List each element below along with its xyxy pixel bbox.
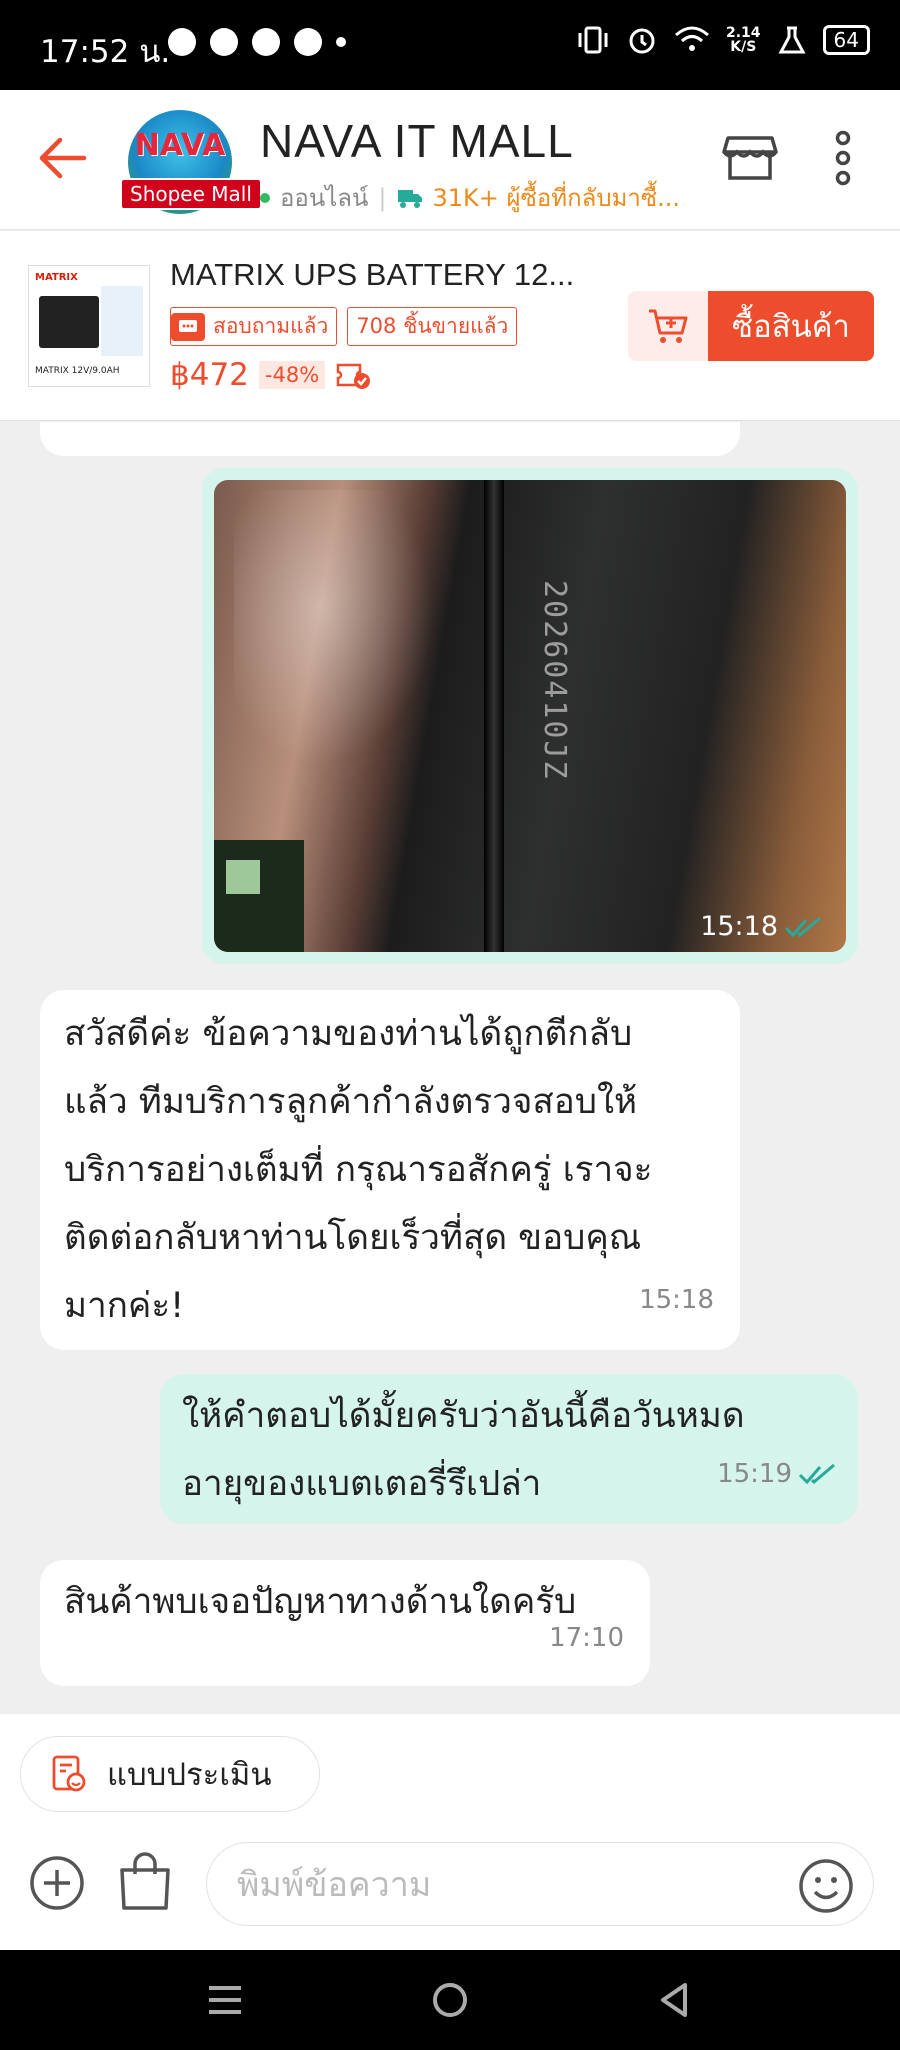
online-dot-icon <box>260 192 270 203</box>
price-row: ฿472 -48% <box>170 357 371 393</box>
network-speed-unit: K/S <box>730 39 757 55</box>
returning-buyers: 31K+ ผู้ซื้อที่กลับมาซื้... <box>432 184 681 212</box>
outgoing-message[interactable]: ให้คำตอบได้มั้ยครับว่าอันนี้คือวันหมด อา… <box>160 1374 858 1524</box>
message-time: 15:19 <box>717 1459 792 1489</box>
incoming-message[interactable]: สินค้าพบเจอปัญหาทางด้านใดครับ 17:10 <box>40 1560 650 1686</box>
shop-meta: ออนไลน์ | 31K+ ผู้ซื้อที่กลับมาซื้... <box>260 178 680 217</box>
notification-icons <box>168 28 346 56</box>
product-tags: สอบถามแล้ว 708 ชิ้นขายแล้ว <box>170 307 518 346</box>
composer: แบบประเมิน <box>0 1714 900 1950</box>
message-line: แล้ว ทีมบริการลูกค้ากำลังตรวจสอบให้ <box>64 1082 638 1122</box>
product-price: ฿472 <box>170 357 249 393</box>
app-notification-icon <box>252 28 280 56</box>
back-triangle-icon[interactable] <box>655 1980 695 2020</box>
survey-icon <box>52 1755 86 1792</box>
battery-indicator: 64 <box>822 25 870 55</box>
photo-qr-label <box>214 840 304 952</box>
messenger-icon <box>294 28 322 56</box>
online-status: ออนไลน์ <box>280 184 369 212</box>
network-speed: 2.14 K/S <box>726 26 761 54</box>
voucher-icon <box>336 363 371 389</box>
incoming-message[interactable]: สวัสดีค่ะ ข้อความของท่านได้ถูกตีกลับ แล้… <box>40 990 740 1350</box>
image-message[interactable]: 20260410JZ 15:18 <box>202 468 858 964</box>
battery-photo[interactable]: 20260410JZ 15:18 <box>214 480 846 952</box>
asked-tag: สอบถามแล้ว <box>170 307 338 346</box>
message-time: 15:18 <box>639 1285 714 1315</box>
rating-survey-button[interactable]: แบบประเมิน <box>20 1736 320 1812</box>
buy-now-button[interactable]: ซื้อสินค้า <box>708 291 874 361</box>
message-time: 17:10 <box>549 1623 624 1653</box>
thumb-spec-panel <box>101 286 143 356</box>
chat-header: NAVA Shopee Mall NAVA IT MALL ออนไลน์ | … <box>0 90 900 230</box>
delivery-truck-icon <box>397 189 422 208</box>
read-double-check-icon <box>784 916 821 937</box>
thumb-battery-image <box>39 296 99 348</box>
lab-flask-icon <box>778 26 806 54</box>
message-input[interactable] <box>237 1857 757 1913</box>
status-time: 17:52 น. <box>40 34 171 70</box>
read-double-check-icon <box>798 1463 835 1485</box>
thumb-brand: MATRIX <box>35 272 78 283</box>
more-notifications-icon <box>336 37 346 47</box>
rating-survey-label: แบบประเมิน <box>107 1757 272 1793</box>
product-bar[interactable]: MATRIX MATRIX 12V/9.0AH MATRIX UPS BATTE… <box>0 231 900 421</box>
add-attachment-icon[interactable] <box>28 1854 86 1912</box>
home-circle-icon[interactable] <box>430 1980 470 2020</box>
asked-tag-label: สอบถามแล้ว <box>213 314 329 338</box>
chat-bubble-icon <box>171 312 205 341</box>
avatar-logo-text: NAVA <box>134 128 226 163</box>
shopping-bag-icon[interactable] <box>116 1850 174 1912</box>
sold-count-tag: 708 ชิ้นขายแล้ว <box>347 307 518 346</box>
recent-apps-icon[interactable] <box>205 1980 245 2020</box>
message-input-box[interactable] <box>206 1842 874 1926</box>
system-icons: 2.14 K/S 64 <box>576 24 870 56</box>
previous-message-bubble <box>40 422 740 456</box>
discount-badge: -48% <box>258 361 326 389</box>
message-line: มากค่ะ! <box>64 1286 185 1326</box>
thumb-caption: MATRIX 12V/9.0AH <box>35 366 120 376</box>
more-vertical-icon[interactable] <box>825 128 861 188</box>
emoji-icon[interactable] <box>797 1857 855 1915</box>
image-time-text: 15:18 <box>700 911 778 942</box>
vibrate-icon <box>578 26 608 54</box>
product-title[interactable]: MATRIX UPS BATTERY 12... <box>170 257 574 293</box>
alarm-icon <box>629 28 655 54</box>
shop-icon[interactable] <box>722 130 778 186</box>
message-line: สินค้าพบเจอปัญหาทางด้านใดครับ <box>64 1582 577 1622</box>
image-message-time: 15:18 <box>700 911 824 942</box>
chat-messages[interactable]: 20260410JZ 15:18 สวัสดีค่ะ ข้อความของท่า… <box>0 422 900 1714</box>
add-to-cart-button[interactable] <box>628 291 708 361</box>
photo-date-stamp: 20260410JZ <box>537 580 572 781</box>
app-notification-icon <box>168 28 196 56</box>
meta-divider: | <box>378 183 387 212</box>
system-navigation-bar <box>0 1950 900 2050</box>
product-thumbnail[interactable]: MATRIX MATRIX 12V/9.0AH <box>28 265 150 387</box>
message-line: ติดต่อกลับหาท่านโดยเร็วที่สุด ขอบคุณ <box>64 1218 642 1258</box>
message-time-row: 15:19 <box>717 1440 838 1508</box>
photo-battery-edge <box>484 480 504 952</box>
status-bar: 17:52 น. 2.14 K/S 64 <box>0 0 900 90</box>
photo-reflection <box>234 490 454 790</box>
message-line: บริการอย่างเต็มที่ กรุณารอสักครู่ เราจะ <box>64 1150 653 1190</box>
shopee-mall-badge: Shopee Mall <box>120 178 262 210</box>
message-line: สวัสดีค่ะ ข้อความของท่านได้ถูกตีกลับ <box>64 1014 633 1054</box>
back-arrow-icon[interactable] <box>32 128 92 188</box>
shop-name[interactable]: NAVA IT MALL <box>260 114 574 168</box>
alarm-notification-icon <box>210 28 238 56</box>
wifi-icon <box>675 26 709 51</box>
add-to-cart-icon <box>649 309 688 343</box>
